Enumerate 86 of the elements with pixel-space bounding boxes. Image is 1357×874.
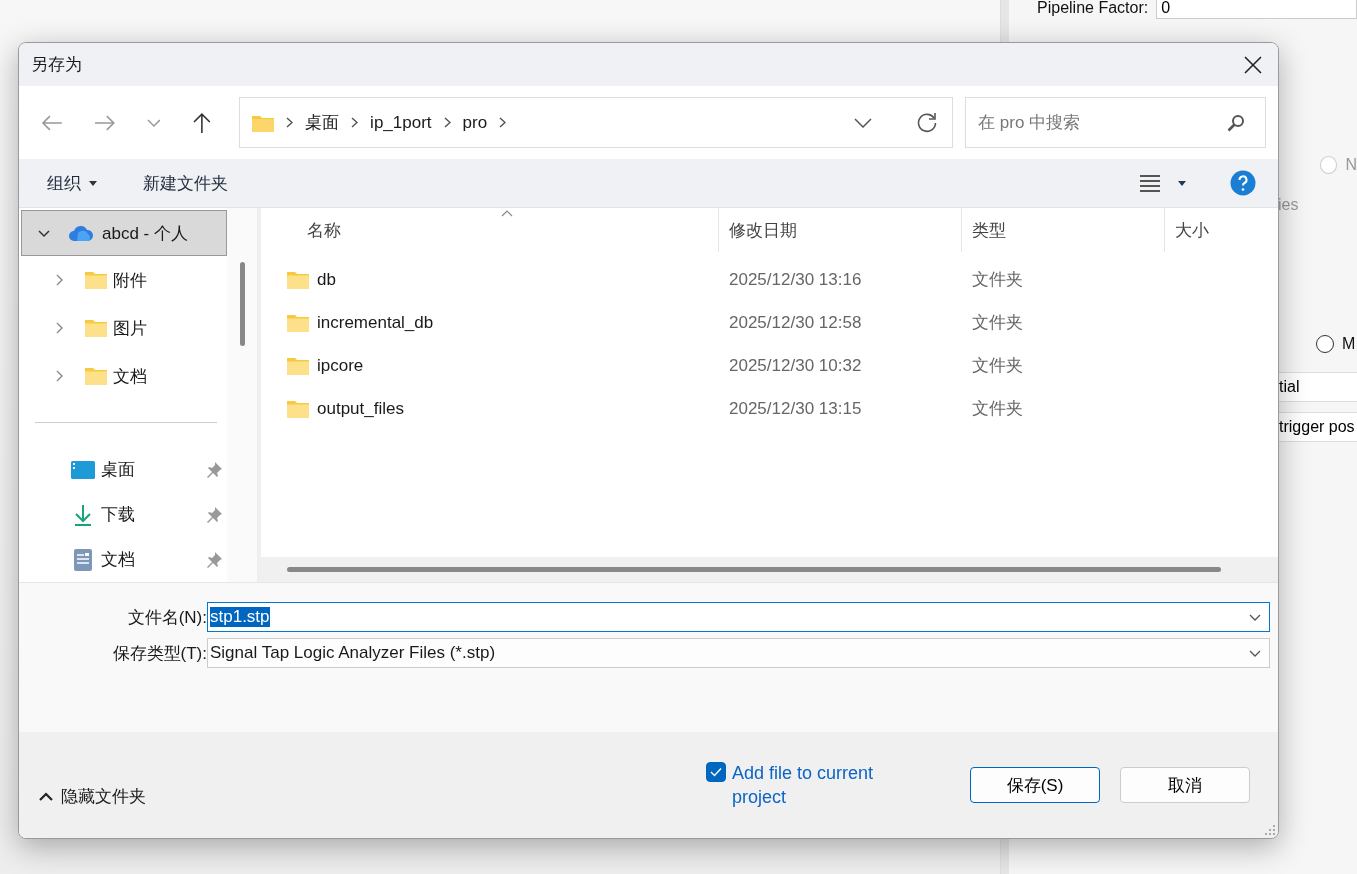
date-cell: 2025/12/30 10:32: [729, 355, 862, 376]
type-cell-text: 文件夹: [972, 355, 1023, 377]
close-icon[interactable]: [1244, 55, 1262, 74]
organize-menu-button[interactable]: 组织: [37, 167, 107, 199]
resize-grip-icon[interactable]: [1265, 825, 1275, 835]
radio-label: M: [1342, 335, 1356, 353]
back-arrow-icon[interactable]: [41, 113, 63, 132]
folder-icon: [85, 271, 107, 289]
chevron-up-icon: [39, 791, 53, 801]
sidebar-item[interactable]: 文档: [21, 537, 227, 582]
pin-icon[interactable]: [205, 550, 223, 569]
breadcrumb-item[interactable]: ip_1port: [370, 112, 432, 133]
chevron-right-icon: [499, 117, 507, 128]
search-box[interactable]: 在 pro 中搜索: [965, 97, 1266, 148]
sidebar-item[interactable]: 桌面: [21, 447, 227, 492]
file-name[interactable]: incremental_db: [317, 312, 434, 333]
chevron-down-icon[interactable]: [1249, 649, 1261, 657]
sidebar-item[interactable]: 图片: [21, 304, 227, 352]
radio-label: N: [1345, 156, 1357, 174]
cancel-button[interactable]: 取消: [1120, 767, 1250, 803]
search-field[interactable]: 在 pro 中搜索: [976, 111, 1227, 134]
checkbox[interactable]: [706, 762, 726, 782]
radio-button[interactable]: [1316, 335, 1334, 353]
column-header[interactable]: 名称: [261, 208, 719, 252]
type-cell-text: 文件夹: [972, 398, 1023, 420]
folder-icon: [252, 113, 275, 132]
sidebar-item[interactable]: 附件: [21, 256, 227, 304]
refresh-icon[interactable]: [916, 111, 939, 134]
folder-icon: [287, 356, 309, 375]
column-header[interactable]: 修改日期: [719, 208, 962, 252]
scrollbar-thumb[interactable]: [239, 262, 245, 346]
forward-arrow-icon[interactable]: [93, 113, 116, 132]
chevron-down-icon[interactable]: [854, 117, 873, 128]
desktop-icon: [71, 460, 95, 479]
document-icon: [71, 547, 95, 572]
date-cell: 2025/12/30 13:15: [729, 398, 862, 419]
chevron-right-icon: [443, 117, 451, 128]
folder-icon: [287, 313, 309, 332]
type-cell-text: 文件夹: [972, 312, 1023, 334]
field-label: Pipeline Factor:: [1037, 0, 1149, 17]
chevron-down-icon[interactable]: [38, 227, 50, 239]
caret-icon[interactable]: [1178, 180, 1186, 186]
cloud-icon: [68, 224, 94, 242]
checkbox-label[interactable]: Add file to current project: [732, 761, 896, 809]
pin-icon[interactable]: [205, 460, 223, 479]
file-name-field[interactable]: stp1.stp: [207, 602, 1270, 632]
caret-icon: [89, 180, 97, 186]
type-cell-text: 文件夹: [972, 269, 1023, 291]
up-arrow-icon[interactable]: [192, 111, 213, 134]
list-view-icon[interactable]: [1140, 174, 1160, 192]
folder-icon: [287, 399, 309, 418]
new-folder-button[interactable]: 新建文件夹: [133, 167, 238, 199]
sidebar-item[interactable]: 文档: [21, 352, 227, 400]
file-type-dropdown[interactable]: Signal Tap Logic Analyzer Files (*.stp): [207, 638, 1270, 668]
option-label: ies: [1278, 196, 1299, 214]
date-cell: 2025/12/30 12:58: [729, 312, 862, 333]
breadcrumb-item[interactable]: 桌面: [305, 111, 340, 134]
checkmark-icon: [710, 767, 722, 777]
pin-icon[interactable]: [205, 505, 223, 524]
hide-folders-button[interactable]: 隐藏文件夹: [33, 783, 152, 809]
sidebar-item[interactable]: 下载: [21, 492, 227, 537]
column-header[interactable]: 类型: [962, 208, 1165, 252]
save-button[interactable]: 保存(S): [970, 767, 1100, 803]
folder-icon: [85, 367, 107, 385]
breadcrumb-item[interactable]: pro: [462, 112, 488, 133]
folder-icon: [85, 319, 107, 337]
date-cell: 2025/12/30 13:16: [729, 269, 862, 290]
pipeline-field[interactable]: 0: [1156, 0, 1357, 19]
chevron-down-icon[interactable]: [1249, 613, 1261, 621]
window-title: 另存为: [31, 54, 82, 76]
field-label: 保存类型(T):: [111, 642, 207, 665]
file-name[interactable]: output_files: [317, 398, 404, 419]
file-name[interactable]: db: [317, 269, 336, 290]
dropdown-field[interactable]: trigger pos: [1279, 413, 1355, 441]
chevron-right-icon: [286, 117, 294, 128]
sidebar-item[interactable]: abcd - 个人: [21, 210, 227, 256]
column-header[interactable]: 大小: [1165, 208, 1278, 252]
search-icon[interactable]: [1227, 113, 1245, 132]
folder-icon: [287, 270, 309, 289]
file-name[interactable]: ipcore: [317, 355, 364, 376]
field-label: 文件名(N):: [126, 606, 207, 629]
address-bar[interactable]: 桌面 ip_1port pro: [239, 97, 954, 148]
sort-caret-icon: [501, 210, 513, 217]
help-icon[interactable]: [1230, 170, 1256, 196]
scrollbar-thumb[interactable]: [287, 567, 1221, 572]
chevron-right-icon: [351, 117, 359, 128]
